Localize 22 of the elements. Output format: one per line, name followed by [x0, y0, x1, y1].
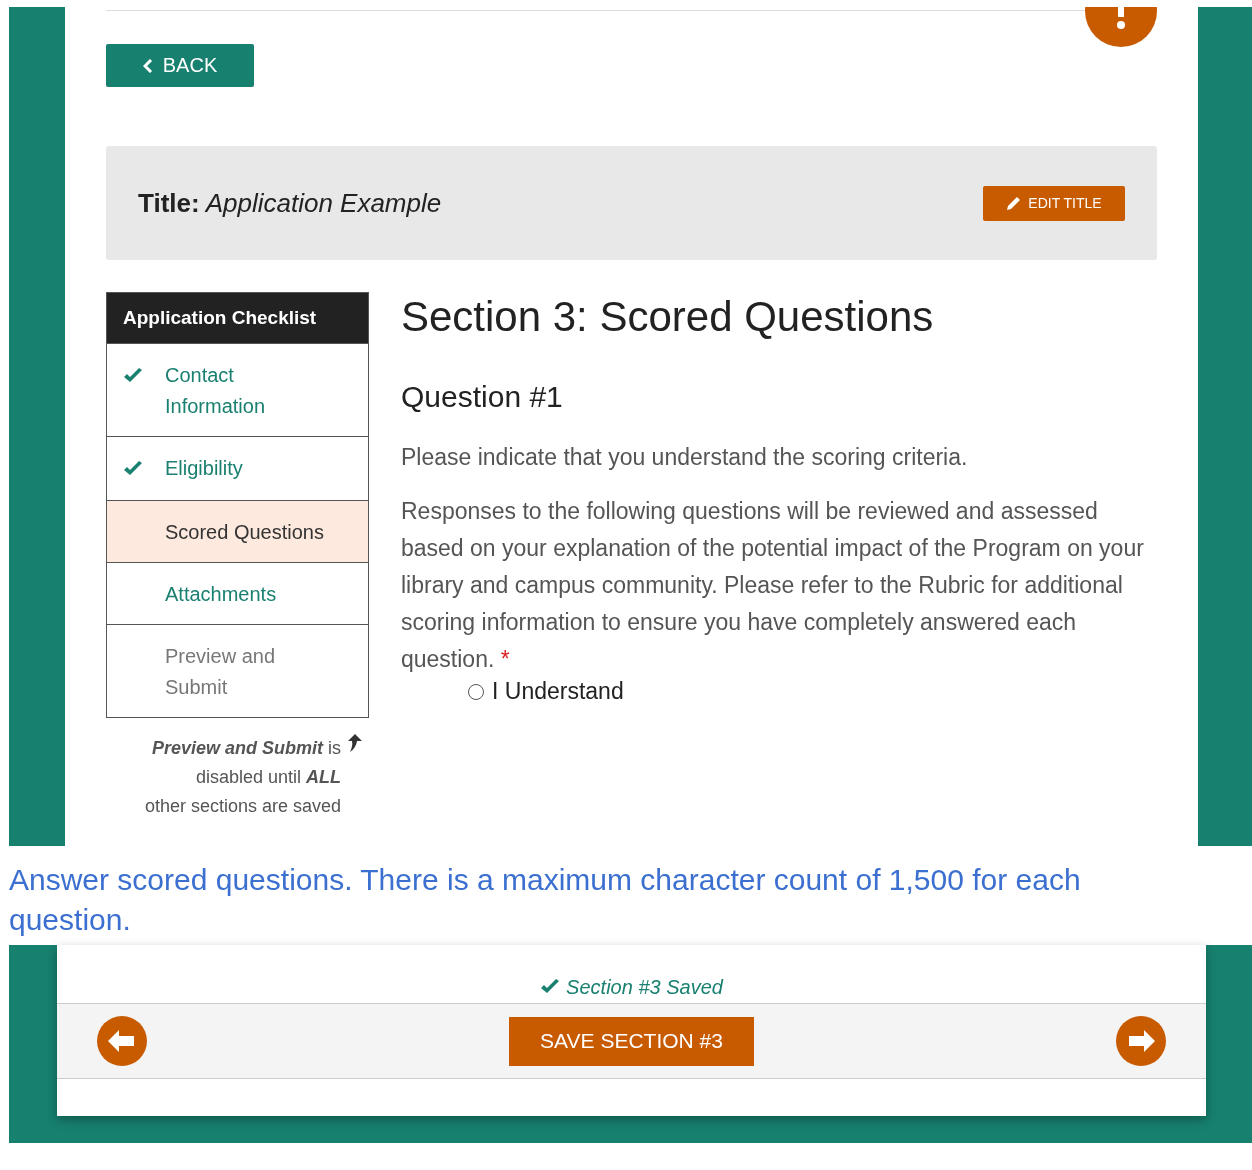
title-label: Title: — [138, 187, 200, 219]
title-value: Application Example — [205, 187, 442, 219]
radio-option[interactable]: I Understand — [468, 678, 1157, 705]
caption-text: Answer scored questions. There is a maximum character count of 1,500 for each question. — [8, 862, 1082, 938]
footnote-text: Preview and Submit is disabled until ALL other sections are saved — [144, 737, 341, 818]
question-description: Responses to the following questions will be reviewed and assessed based on your explanation of the potential impact of the Program on your library and campus community. Please refer to the Rubric for additional scoring information to ensure you have completely answered each question. * — [401, 497, 1145, 674]
checklist-header: Application Checklist — [107, 293, 368, 343]
checkmark-icon — [540, 979, 561, 995]
save-section-button[interactable]: SAVE SECTION #3 — [509, 1016, 754, 1066]
arrow-up-icon — [347, 734, 363, 752]
section-heading: Section 3: Scored Questions — [401, 292, 935, 342]
chevron-left-icon — [142, 58, 153, 73]
edit-title-button[interactable]: EDIT TITLE — [983, 185, 1125, 221]
checklist-item[interactable]: Attachments — [107, 562, 368, 624]
question-title: Question #1 — [401, 380, 564, 414]
pencil-icon — [1006, 195, 1023, 211]
question-prompt: Please indicate that you understand the scoring criteria. — [401, 444, 969, 471]
save-status-text: Section #3 Saved — [566, 975, 723, 999]
help-icon[interactable] — [1085, 7, 1157, 47]
checklist-item[interactable]: Scored Questions — [107, 500, 368, 562]
back-button[interactable]: BACK — [106, 44, 254, 87]
checklist-item[interactable]: Contact Information — [107, 343, 368, 436]
